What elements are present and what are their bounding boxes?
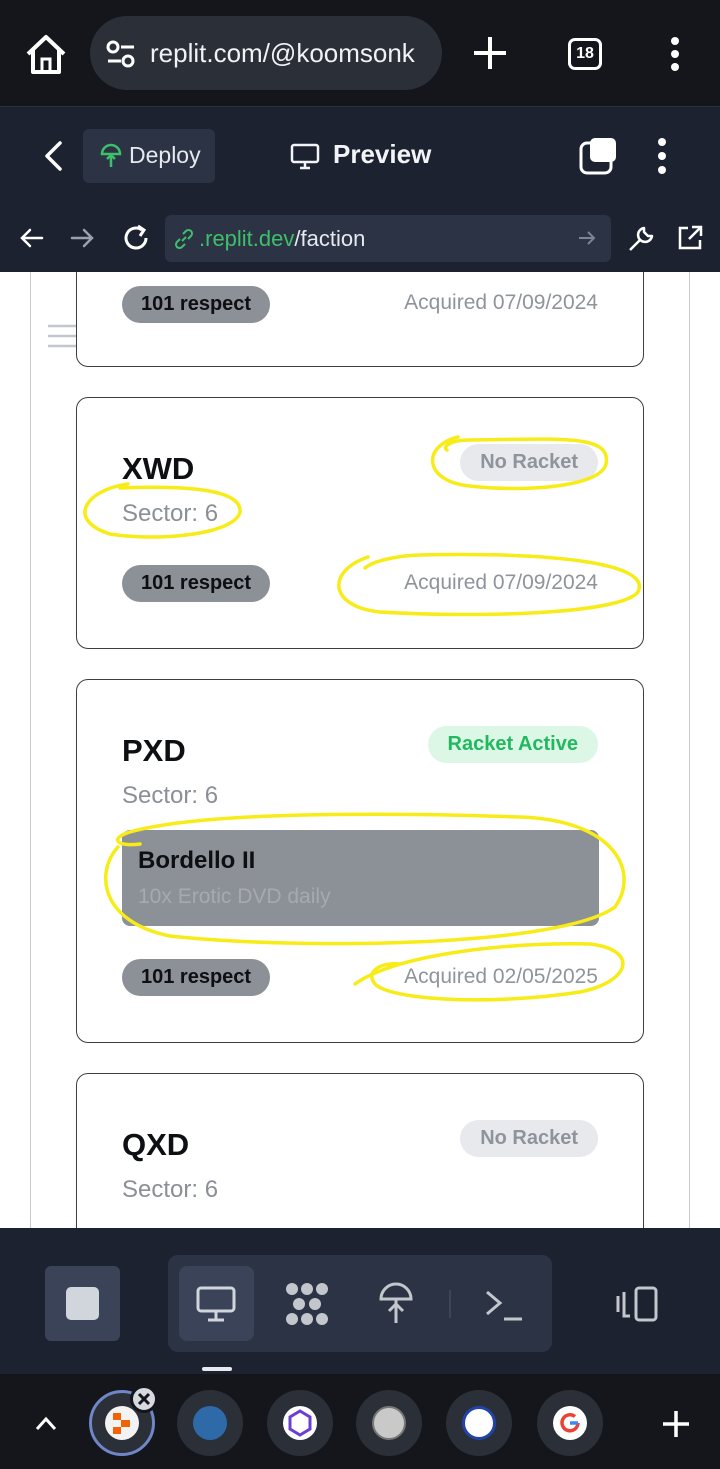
replit-toolbar — [0, 1228, 720, 1374]
active-tab-indicator — [202, 1367, 232, 1371]
territory-name: PXD — [122, 733, 186, 768]
url-path: /faction — [294, 226, 366, 251]
preview-viewport: 101 respect Acquired 07/09/2024 XWD No R… — [0, 272, 720, 1228]
territory-name: XWD — [122, 451, 195, 486]
territory-card: 101 respect Acquired 07/09/2024 — [76, 272, 644, 367]
racket-description: 10x Erotic DVD daily — [138, 885, 331, 908]
go-arrow-icon[interactable] — [577, 229, 597, 247]
browser-menu-icon[interactable] — [668, 36, 682, 72]
deploy-button[interactable]: Deploy — [83, 129, 215, 183]
container-border-right — [689, 272, 690, 1228]
torn-stats-icon — [193, 1406, 227, 1440]
preview-label: Preview — [333, 139, 432, 169]
monitor-icon — [290, 143, 320, 170]
respect-badge: 101 respect — [122, 286, 271, 323]
deployments-icon[interactable] — [378, 1281, 414, 1325]
racket-status-badge: No Racket — [460, 444, 598, 481]
new-tab-icon[interactable] — [470, 33, 510, 73]
home-icon[interactable] — [22, 32, 70, 76]
racket-status-badge: No Racket — [460, 1120, 598, 1157]
arrow-left-icon[interactable] — [18, 226, 44, 250]
deploy-label: Deploy — [129, 142, 201, 168]
browser-toolbar: replit.com/@koomsonk 18 — [0, 0, 720, 106]
sector-text: Sector: 6 — [122, 500, 219, 527]
workflows-icon[interactable] — [284, 1281, 330, 1327]
racket-details: Bordello II 10x Erotic DVD daily — [122, 830, 599, 926]
sector-text: Sector: 6 — [122, 782, 219, 809]
site-settings-icon[interactable] — [106, 40, 136, 68]
acquired-date: Acquired 02/05/2025 — [404, 965, 598, 988]
respect-badge: 101 respect — [122, 565, 271, 602]
link-icon — [174, 228, 194, 250]
more-options-icon[interactable] — [655, 137, 669, 175]
hexagon-icon — [283, 1406, 317, 1440]
racket-status-badge: Racket Active — [427, 726, 598, 763]
preview-url-field[interactable]: .replit.dev/faction — [165, 215, 611, 262]
territory-card: QXD No Racket Sector: 6 — [76, 1073, 644, 1228]
replit-header: Deploy Preview — [0, 106, 720, 204]
territory-card: XWD No Racket Sector: 6 101 respect Acqu… — [76, 397, 644, 649]
devices-icon[interactable] — [614, 1286, 660, 1322]
preview-icon — [196, 1286, 236, 1322]
tools-icon — [462, 1406, 496, 1440]
chevron-up-icon[interactable] — [34, 1414, 58, 1432]
torn-icon — [372, 1406, 406, 1440]
torn-stats-app[interactable] — [177, 1390, 243, 1456]
app-dock — [0, 1374, 720, 1469]
respect-badge: 101 respect — [122, 959, 271, 996]
racket-title: Bordello II — [138, 847, 256, 874]
preview-address-bar: .replit.dev/faction — [0, 204, 720, 272]
territory-card: PXD Racket Active Sector: 6 Bordello II … — [76, 679, 644, 1043]
replit-logo-icon — [113, 1413, 130, 1434]
container-border-left — [30, 272, 31, 1228]
sector-text: Sector: 6 — [122, 1176, 219, 1203]
polygon-app[interactable] — [267, 1390, 333, 1456]
browser-url-bar[interactable]: replit.com/@koomsonk — [90, 16, 442, 90]
wrench-icon[interactable] — [626, 224, 656, 254]
territory-name: QXD — [122, 1127, 190, 1162]
yata-tools-app[interactable] — [446, 1390, 512, 1456]
close-icon[interactable] — [130, 1385, 158, 1413]
toolbar-divider — [449, 1290, 451, 1318]
preview-url-text: .replit.dev/faction — [199, 226, 365, 252]
acquired-date: Acquired 07/09/2024 — [404, 291, 598, 314]
back-chevron-icon[interactable] — [40, 139, 66, 173]
google-icon — [553, 1406, 587, 1440]
add-icon[interactable] — [661, 1409, 691, 1439]
replit-logo — [105, 1406, 139, 1440]
browser-url-text: replit.com/@koomsonk — [150, 38, 415, 68]
external-link-icon[interactable] — [676, 224, 704, 252]
url-domain: .replit.dev — [199, 226, 295, 251]
deploy-icon — [100, 143, 122, 167]
acquired-date: Acquired 07/09/2024 — [404, 571, 598, 594]
stop-button[interactable] — [45, 1266, 120, 1341]
google-app[interactable] — [537, 1390, 603, 1456]
layers-icon[interactable] — [578, 137, 618, 175]
reload-icon[interactable] — [120, 222, 152, 254]
torn-app[interactable] — [356, 1390, 422, 1456]
shell-icon[interactable] — [484, 1288, 524, 1322]
tool-tabs — [168, 1255, 552, 1352]
stop-icon — [66, 1287, 99, 1320]
arrow-right-icon[interactable] — [70, 226, 96, 250]
tab-switcher-button[interactable]: 18 — [568, 38, 602, 70]
